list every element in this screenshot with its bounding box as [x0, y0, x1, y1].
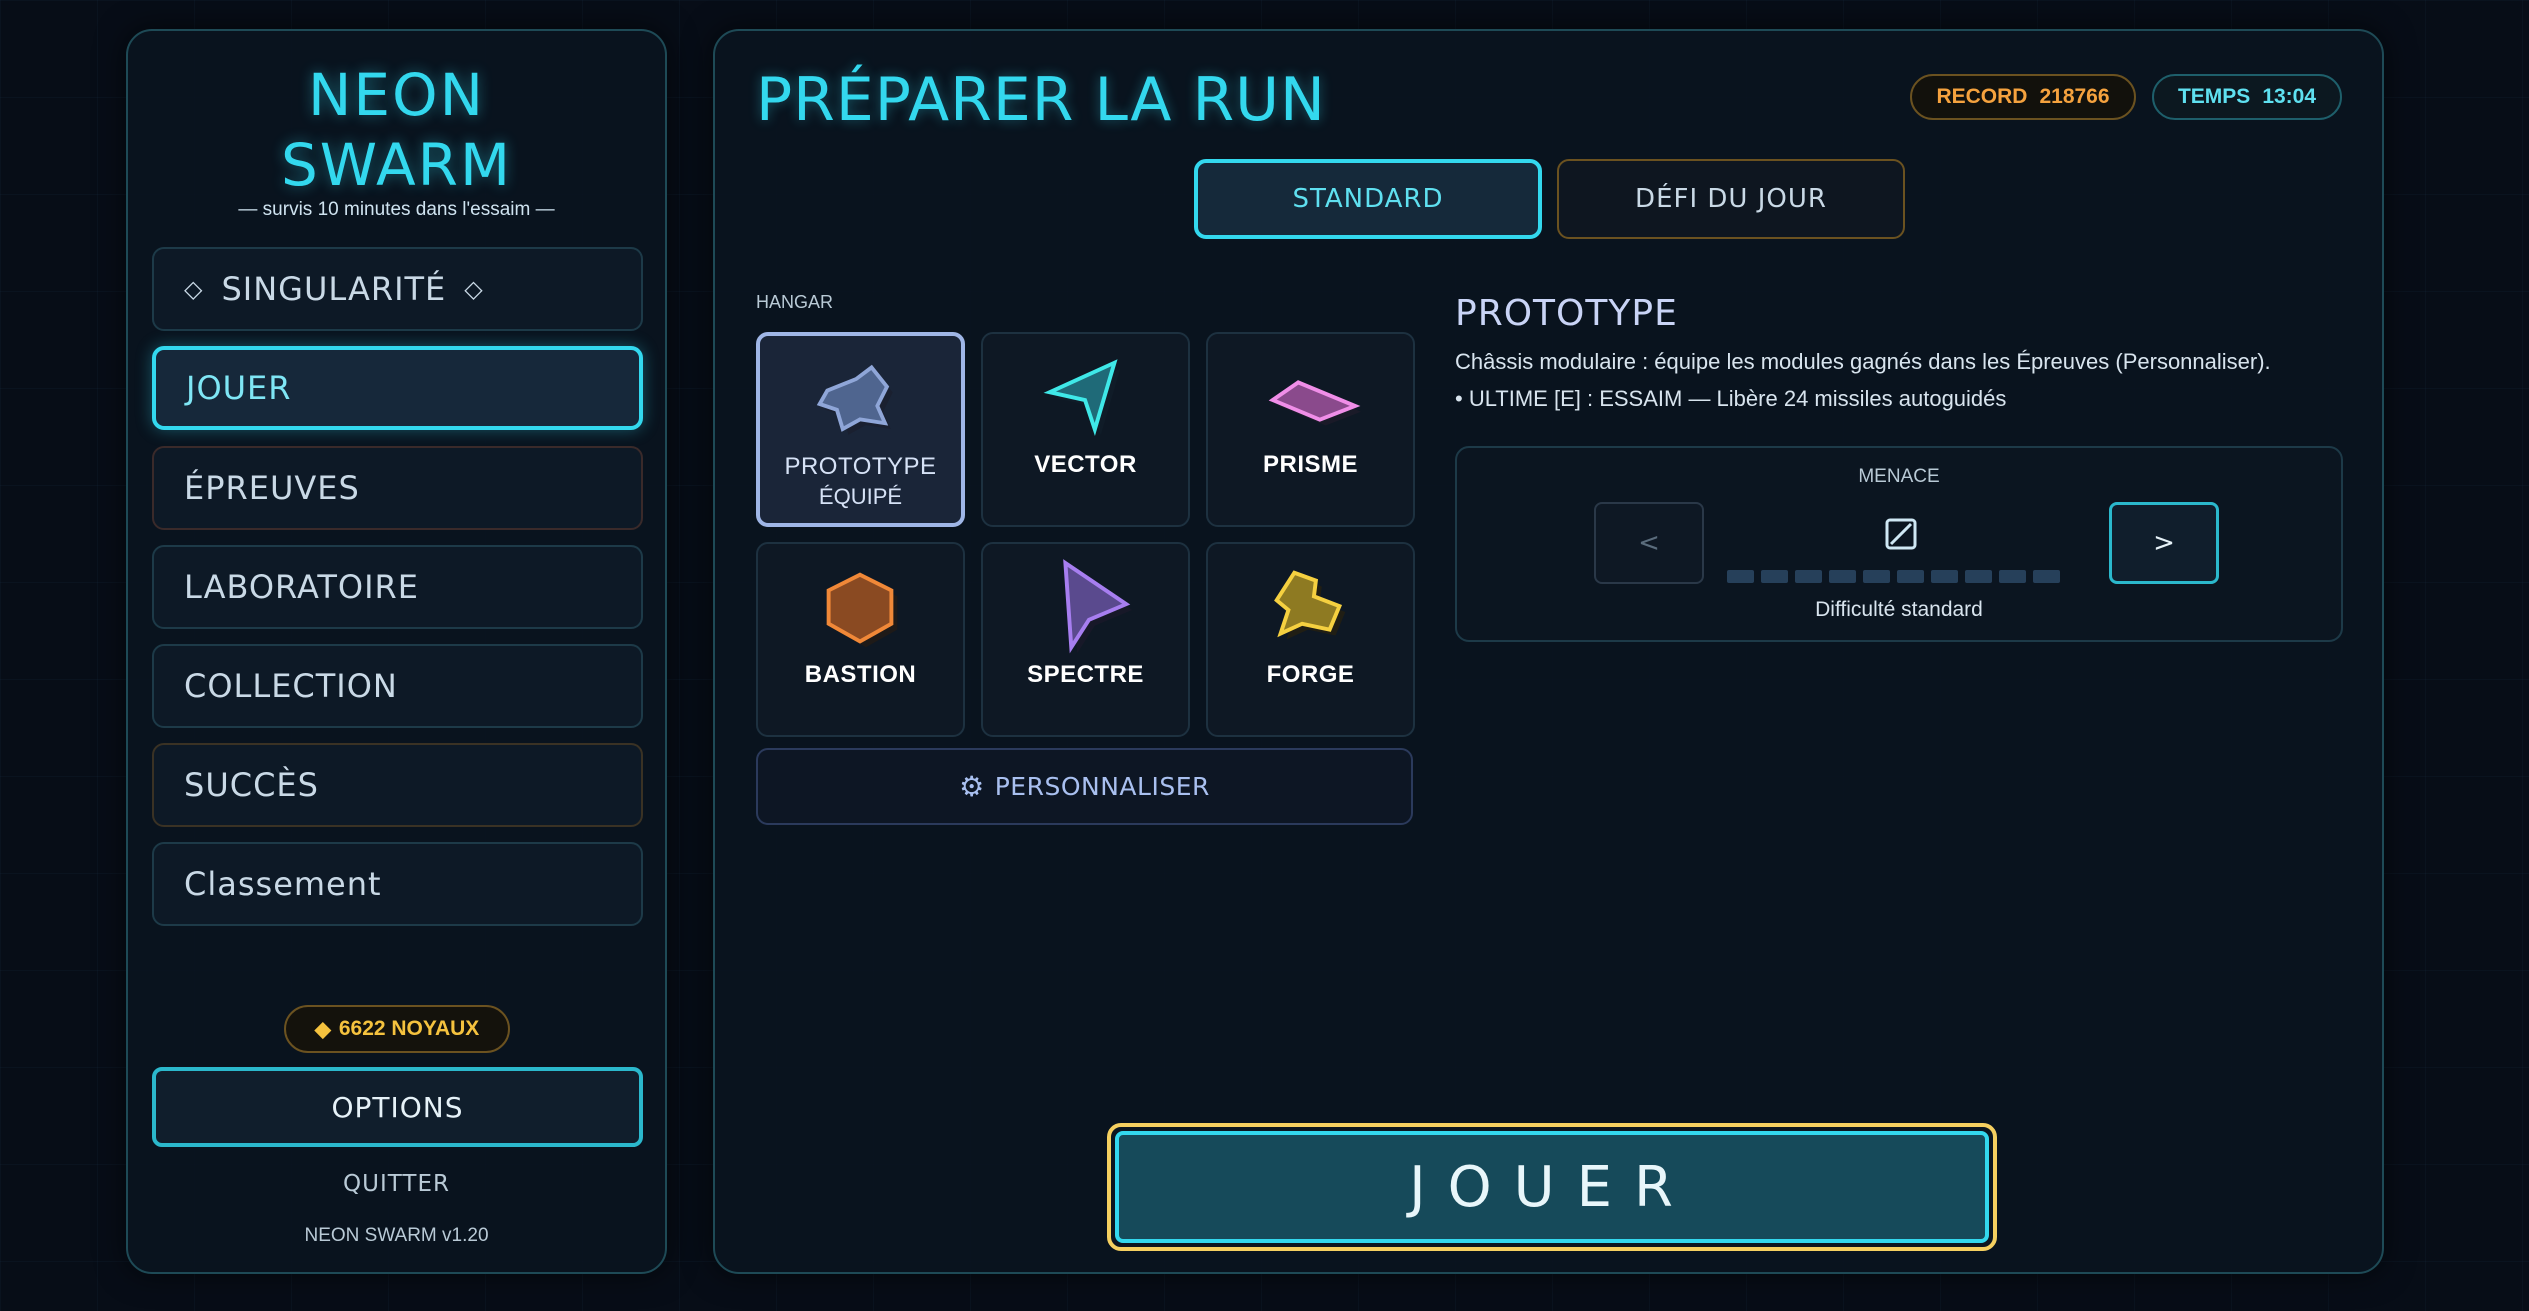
menace-decrease-button[interactable]: < — [1594, 502, 1704, 584]
menace-label: MENACE — [1858, 466, 1940, 487]
menace-status: Difficulté standard — [1815, 598, 1983, 621]
ship-card-vector[interactable]: VECTOR — [981, 332, 1190, 527]
menace-level-segment — [1931, 570, 1958, 583]
menace-level-segment — [1999, 570, 2026, 583]
menace-selector: MENACE < > Difficulté standard — [1455, 446, 2343, 642]
ship-card-spectre[interactable]: SPECTRE — [981, 542, 1190, 737]
tagline: — survis 10 minutes dans l'essaim — — [238, 199, 555, 220]
menu-item-label: SINGULARITÉ — [221, 270, 447, 308]
play-button-label: JOUER — [1115, 1131, 1989, 1243]
gear-icon: ⚙ — [959, 770, 985, 803]
record-label: RECORD — [1936, 85, 2028, 108]
menu-item-label: ÉPREUVES — [184, 469, 360, 507]
diamond-icon: ◇ — [464, 275, 484, 303]
forge-ship-icon — [1274, 570, 1346, 640]
ship-name: FORGE — [1266, 661, 1355, 688]
options-button[interactable]: OPTIONS — [152, 1067, 643, 1147]
spectre-ship-icon — [1063, 559, 1133, 654]
prisme-ship-icon — [1268, 380, 1362, 426]
ship-equipped-label: ÉQUIPÉ — [818, 484, 903, 509]
tab-standard[interactable]: STANDARD — [1194, 159, 1542, 239]
time-value: 13:04 — [2262, 85, 2317, 108]
hangar-label: HANGAR — [756, 292, 834, 312]
ship-card-prototype[interactable]: PROTOTYPE ÉQUIPÉ — [756, 332, 965, 527]
menace-increase-button[interactable]: > — [2109, 502, 2219, 584]
record-value: 218766 — [2039, 85, 2110, 108]
menu-item-label: LABORATOIRE — [184, 568, 419, 606]
menu-item-jouer[interactable]: JOUER — [152, 346, 643, 430]
ship-card-prisme[interactable]: PRISME — [1206, 332, 1415, 527]
ship-card-forge[interactable]: FORGE — [1206, 542, 1415, 737]
play-button[interactable]: JOUER — [1107, 1123, 1997, 1251]
menu-item-laboratoire[interactable]: LABORATOIRE — [152, 545, 643, 629]
sidebar-panel: NEON SWARM — survis 10 minutes dans l'es… — [126, 29, 667, 1274]
version-label: NEON SWARM v1.20 — [304, 1225, 489, 1246]
vector-ship-icon — [1043, 359, 1121, 437]
ship-detail-ultimate: • ULTIME [E] : ESSAIM — Libère 24 missil… — [1455, 386, 2007, 411]
noyaux-count: 6622 NOYAUX — [338, 1017, 480, 1040]
record-badge: RECORD 218766 — [1910, 74, 2136, 120]
menu-item-singularite[interactable]: ◇ SINGULARITÉ ◇ — [152, 247, 643, 331]
menace-level-segment — [1761, 570, 1788, 583]
ship-card-bastion[interactable]: BASTION — [756, 542, 965, 737]
game-logo-line2: SWARM — [280, 131, 512, 199]
diamond-icon: ◆ — [314, 1017, 331, 1041]
menace-level-bars — [1727, 570, 2060, 583]
menu-item-label: COLLECTION — [184, 667, 398, 705]
menu-item-epreuves[interactable]: ÉPREUVES — [152, 446, 643, 530]
menace-level-segment — [1829, 570, 1856, 583]
menace-level-segment — [1965, 570, 1992, 583]
ship-name: BASTION — [804, 661, 917, 688]
game-logo-line1: NEON — [307, 61, 486, 129]
ship-name: SPECTRE — [1027, 661, 1144, 688]
page-title: PRÉPARER LA RUN — [756, 65, 1326, 135]
menu-item-label: JOUER — [186, 369, 292, 407]
menu-item-label: SUCCÈS — [184, 766, 319, 804]
bastion-ship-icon — [826, 572, 898, 648]
menace-level-segment — [2033, 570, 2060, 583]
ship-detail-description: Châssis modulaire : équipe les modules g… — [1455, 349, 2271, 374]
time-badge: TEMPS 13:04 — [2152, 74, 2342, 120]
menu-item-collection[interactable]: COLLECTION — [152, 644, 643, 728]
menu-item-label: Classement — [184, 865, 382, 903]
tab-defi-du-jour[interactable]: DÉFI DU JOUR — [1557, 159, 1905, 239]
quit-button[interactable]: QUITTER — [128, 1171, 665, 1197]
ship-detail-title: PROTOTYPE — [1455, 293, 1678, 334]
ship-name: VECTOR — [1034, 451, 1137, 478]
menace-level-segment — [1795, 570, 1822, 583]
customize-button[interactable]: ⚙ PERSONNALISER — [756, 748, 1413, 825]
main-panel: PRÉPARER LA RUN RECORD 218766 TEMPS 13:0… — [713, 29, 2384, 1274]
menace-level-segment — [1727, 570, 1754, 583]
menace-level-segment — [1863, 570, 1890, 583]
time-label: TEMPS — [2177, 85, 2251, 108]
menace-level-segment — [1897, 570, 1924, 583]
diamond-icon: ◇ — [184, 275, 204, 303]
no-threat-icon — [1885, 518, 1917, 550]
prototype-ship-icon — [816, 364, 893, 435]
menu-item-classement[interactable]: Classement — [152, 842, 643, 926]
ship-name: PROTOTYPE — [784, 453, 937, 480]
customize-label: PERSONNALISER — [994, 772, 1210, 801]
noyaux-currency-badge: ◆ 6622 NOYAUX — [284, 1005, 510, 1053]
ship-name: PRISME — [1262, 451, 1358, 478]
menu-item-succes[interactable]: SUCCÈS — [152, 743, 643, 827]
